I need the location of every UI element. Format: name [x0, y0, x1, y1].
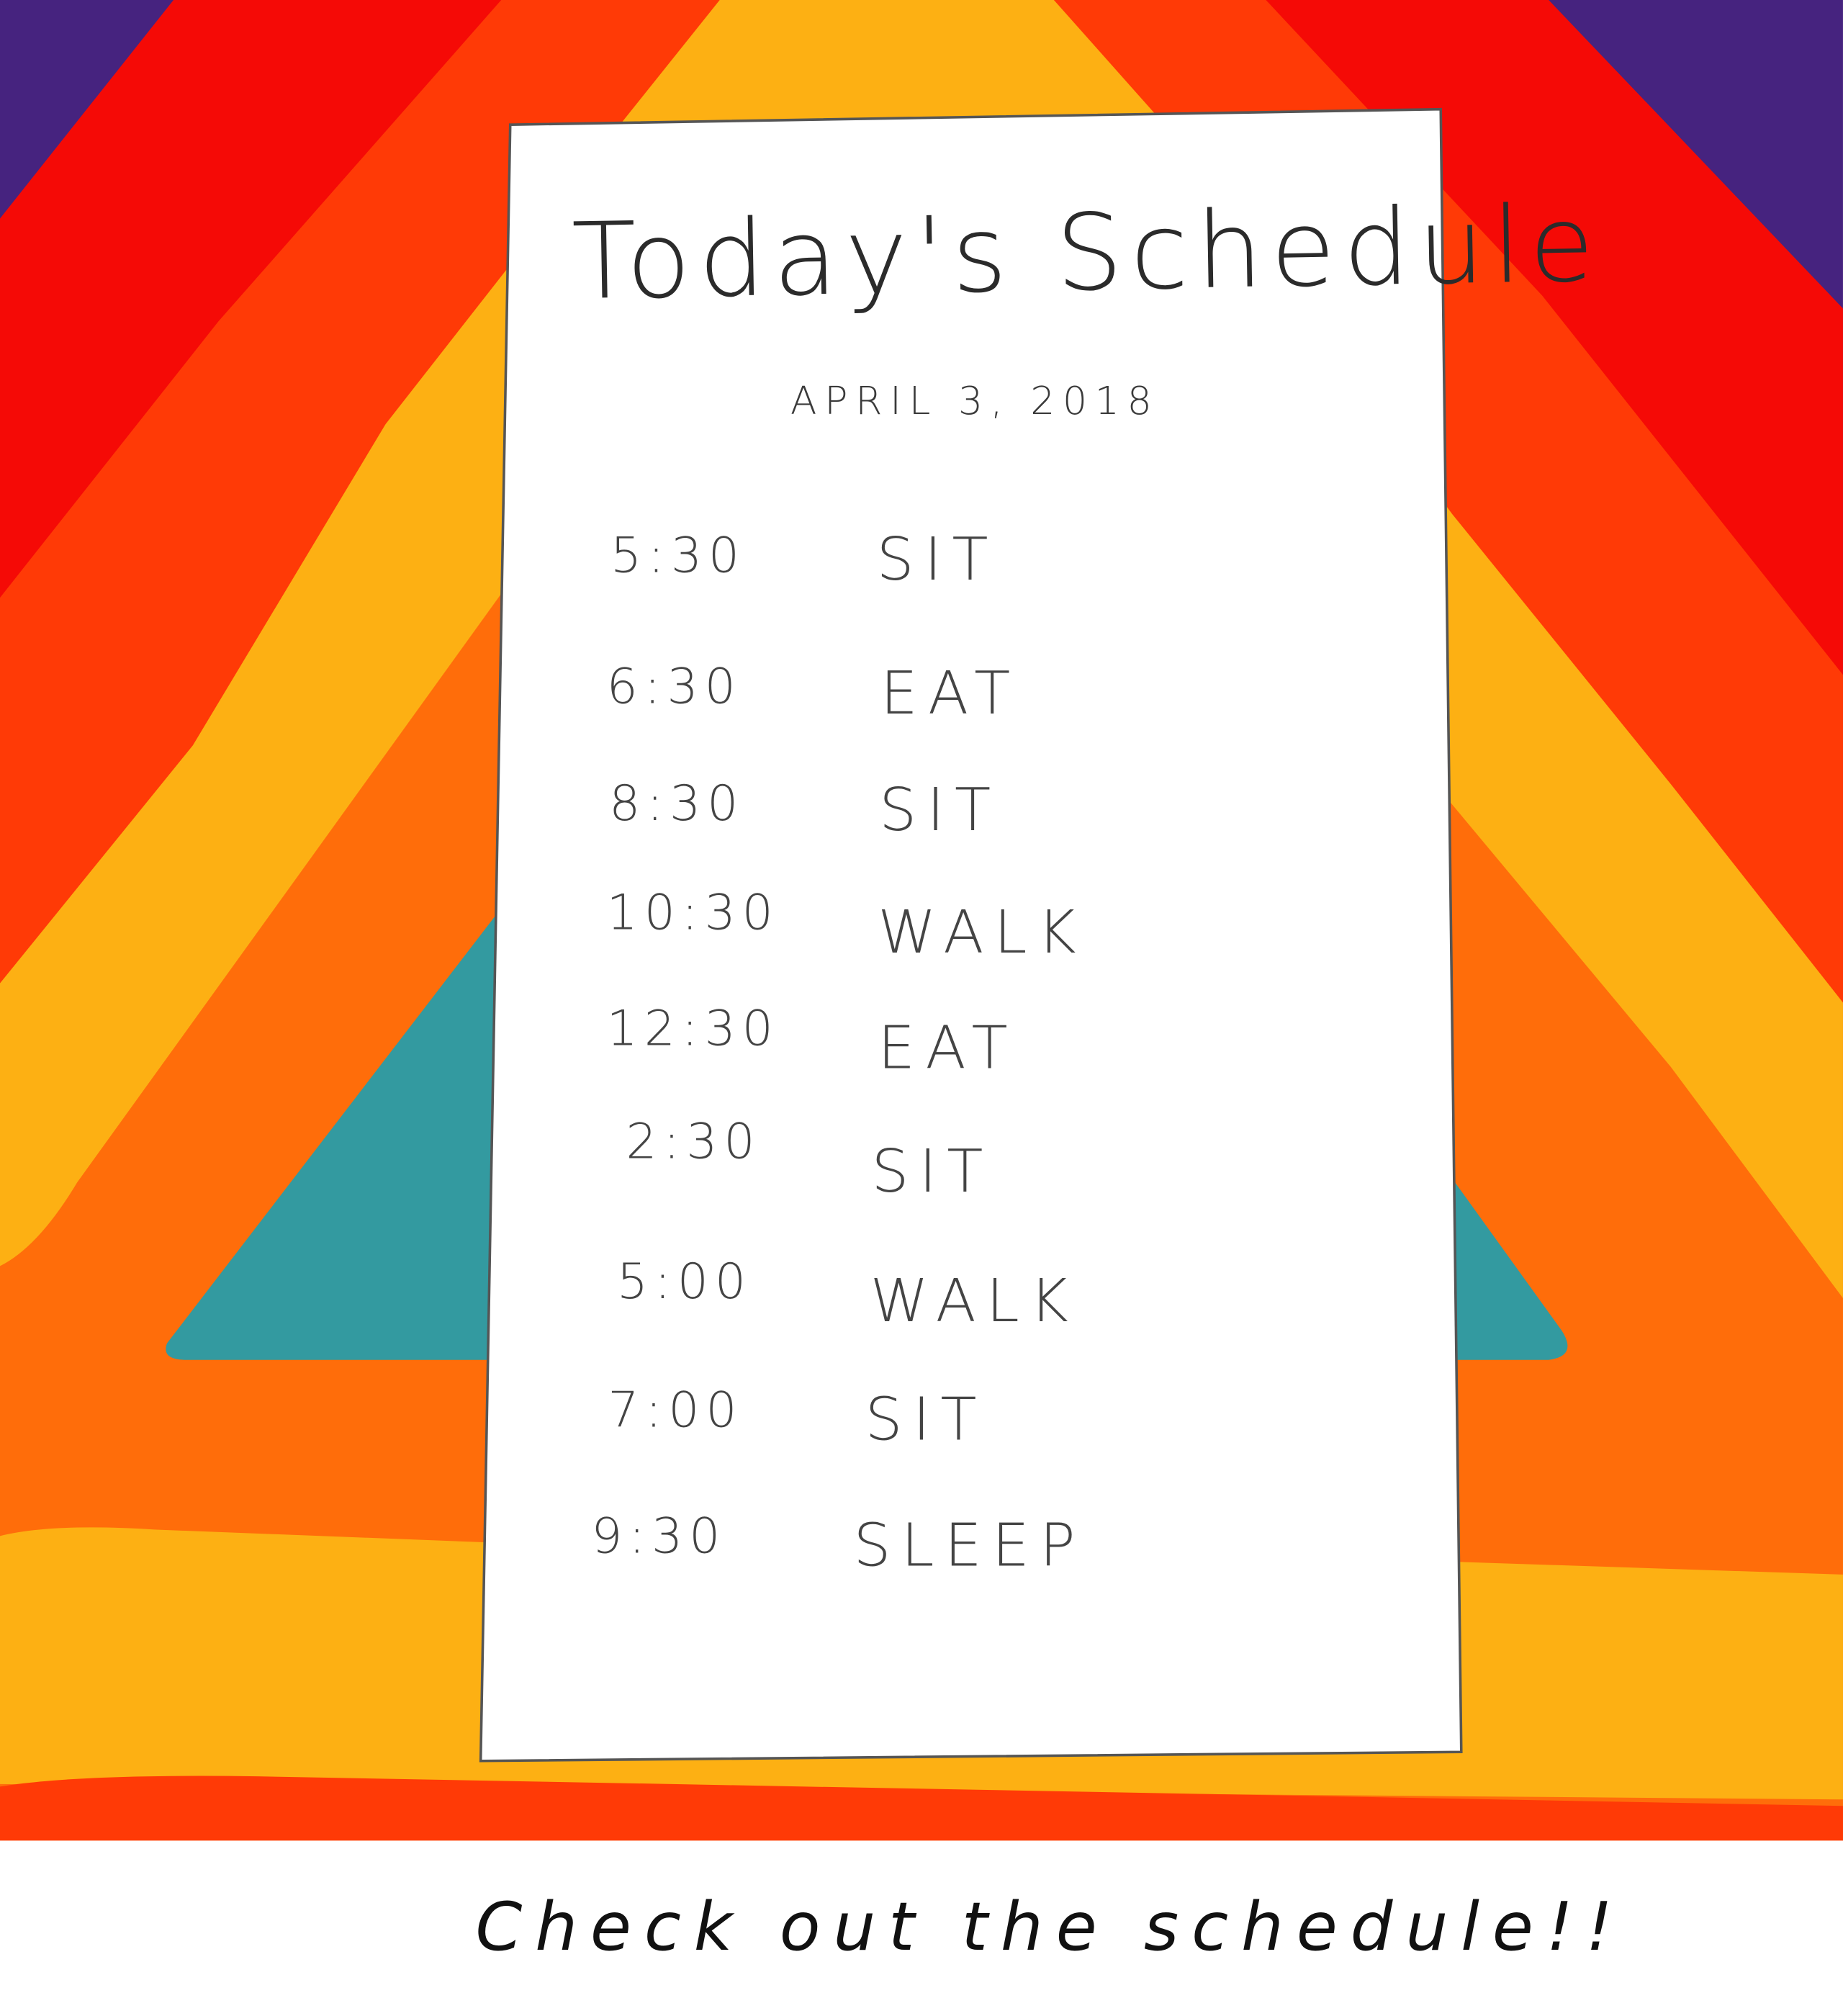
schedule-title: Today's Schedule	[571, 184, 1603, 324]
schedule-activity: SLEEP	[853, 1510, 1086, 1580]
schedule-time: 5:30	[610, 526, 747, 584]
schedule-time: 10:30	[606, 884, 780, 941]
schedule-time: 9:30	[591, 1508, 727, 1565]
schedule-time: 12:30	[606, 999, 780, 1057]
schedule-time: 5:00	[616, 1253, 752, 1310]
schedule-activity: WALK	[870, 1266, 1079, 1336]
schedule-time: 6:30	[606, 658, 742, 715]
schedule-time: 8:30	[609, 775, 745, 832]
schedule-activity: EAT	[878, 1012, 1018, 1083]
schedule-activity: WALK	[878, 897, 1086, 967]
schedule-activity: SIT	[865, 1384, 987, 1454]
schedule-time: 2:30	[626, 1112, 762, 1170]
comic-caption: Check out the schedule!!	[475, 1889, 1626, 1967]
schedule-activity: EAT	[880, 658, 1021, 728]
schedule-activity: SIT	[876, 524, 999, 594]
schedule-activity: SIT	[879, 775, 1001, 845]
schedule-activity: SIT	[871, 1136, 993, 1206]
schedule-date: APRIL 3, 2018	[790, 379, 1160, 425]
schedule-time: 7:00	[608, 1382, 744, 1439]
comic-panel: Today's Schedule APRIL 3, 2018 5:30 SIT …	[0, 0, 1843, 2016]
